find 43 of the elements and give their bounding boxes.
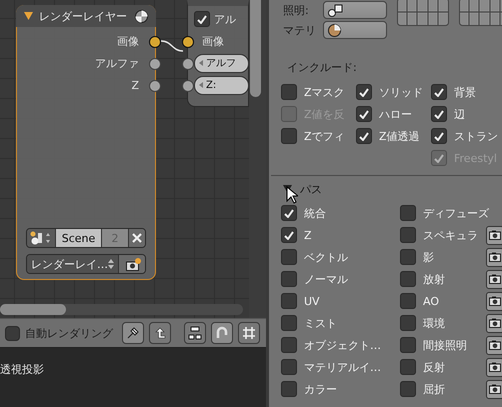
input-label: 画像 (202, 34, 224, 48)
material-label: マテリ (283, 22, 317, 38)
pass-label: 影 (423, 250, 435, 264)
pass-label: 間接照明 (423, 338, 468, 352)
pass-label: スペキュラ (423, 228, 479, 242)
pass-label: マテリアルイ… (304, 360, 382, 374)
checkbox-label: アル (214, 12, 236, 26)
dropdown-value: レンダーレイ… (31, 256, 108, 272)
pass-label: 環境 (423, 316, 446, 330)
view-mode-label: 透視投影 (0, 363, 44, 376)
output-label: 画像 (117, 34, 139, 48)
pass-label: ベクトル (304, 250, 349, 264)
pass-label: ディフューズ (423, 206, 490, 220)
section-title[interactable]: パス (300, 182, 322, 196)
pass-label: AO (423, 294, 440, 308)
pass-label: 屈折 (423, 382, 446, 396)
output-label: Z (131, 78, 139, 92)
scene-name: Scene (56, 229, 102, 247)
include-label: 背景 (454, 84, 477, 100)
pass-label: 統合 (304, 206, 327, 220)
pass-label: カラー (304, 382, 338, 396)
pass-label: ミスト (304, 316, 338, 330)
include-label: Z値透過 (379, 128, 421, 144)
node-title: レンダーレイヤー (39, 8, 128, 24)
include-label: ソリッド (379, 84, 424, 100)
include-label: Zでフィ (304, 128, 346, 144)
include-label: ストラン (454, 128, 498, 144)
auto-render-label: 自動レンダリング (25, 326, 113, 340)
pass-label: 放射 (423, 272, 446, 286)
output-label: アルファ (95, 56, 139, 70)
include-label: Zマスク (304, 84, 346, 100)
pass-label: 反射 (423, 360, 446, 374)
lighting-label: 照明: (283, 2, 310, 18)
pass-label: オブジェクト… (304, 338, 382, 352)
value-field[interactable]: Z: (194, 76, 249, 94)
pass-label: Z (304, 228, 313, 242)
include-label: インクルード: (286, 60, 358, 75)
pass-label: ノーマル (304, 272, 349, 286)
include-label: ハロー (379, 106, 413, 122)
pass-label: UV (304, 294, 321, 308)
include-label: 辺 (454, 106, 466, 122)
render-layer-dropdown[interactable]: レンダーレイ… (26, 254, 146, 274)
value-field[interactable]: アルフ (194, 54, 249, 72)
